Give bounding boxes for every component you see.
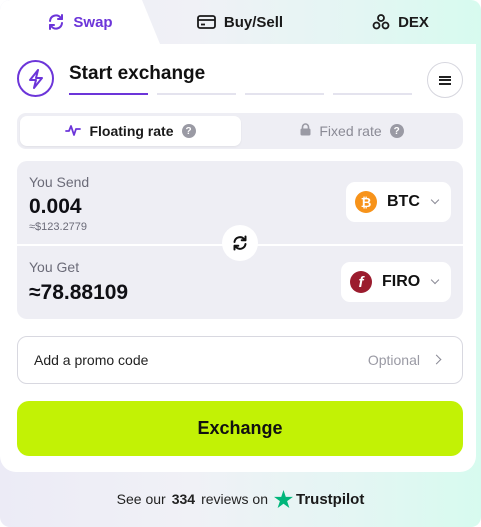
- tab-buy-sell-label: Buy/Sell: [223, 13, 284, 31]
- tab-swap-label: Swap: [73, 13, 113, 31]
- exchange-widget: Swap Buy/Sell DEX Start exchange Floatin…: [0, 0, 481, 527]
- get-amount: ≈78.88109: [29, 281, 129, 304]
- trustpilot-suffix: reviews on: [201, 491, 268, 507]
- trustpilot-banner[interactable]: See our 334 reviews on Trustpilot: [0, 488, 481, 510]
- step-indicator-3: [245, 93, 324, 95]
- menu-button[interactable]: [427, 62, 463, 98]
- firo-icon: f: [350, 271, 372, 293]
- swap-arrows-icon: [47, 13, 65, 31]
- pulse-icon: [65, 123, 82, 139]
- send-fiat-value: ≈$123.2779: [29, 221, 88, 233]
- review-count: 334: [171, 491, 196, 507]
- promo-optional-hint: Optional: [367, 352, 420, 368]
- tab-swap[interactable]: Swap: [0, 0, 160, 44]
- tab-bar: Swap Buy/Sell DEX: [0, 0, 481, 44]
- trustpilot-star-icon: [274, 490, 293, 508]
- chevron-down-icon: [430, 195, 440, 205]
- tab-buy-sell[interactable]: Buy/Sell: [160, 0, 320, 44]
- dex-nodes-icon: [372, 14, 390, 30]
- bitcoin-icon: ₿: [355, 191, 377, 213]
- promo-code-field[interactable]: Add a promo code Optional: [17, 336, 463, 384]
- get-coin-select[interactable]: f FIRO: [341, 262, 451, 302]
- hamburger-icon: [439, 74, 451, 86]
- help-icon[interactable]: ?: [389, 124, 404, 138]
- fixed-rate-label: Fixed rate: [319, 123, 382, 139]
- send-amount-input[interactable]: 0.004: [29, 195, 82, 219]
- floating-rate-label: Floating rate: [89, 123, 174, 139]
- chevron-right-icon: [431, 354, 442, 365]
- promo-code-label: Add a promo code: [34, 352, 149, 368]
- tab-dex[interactable]: DEX: [320, 0, 481, 44]
- trustpilot-prefix: See our: [116, 491, 166, 507]
- bolt-icon: [17, 60, 54, 97]
- exchange-button[interactable]: Exchange: [17, 401, 463, 456]
- get-coin-label: FIRO: [382, 273, 421, 290]
- chevron-down-icon: [430, 275, 440, 285]
- step-indicator-1: [69, 93, 148, 95]
- send-coin-select[interactable]: ₿ BTC: [346, 182, 451, 222]
- card-icon: [197, 15, 216, 29]
- step-indicator-4: [333, 93, 412, 95]
- trustpilot-brand: Trustpilot: [296, 490, 365, 508]
- send-label: You Send: [29, 174, 90, 190]
- send-coin-label: BTC: [387, 193, 420, 210]
- page-title: Start exchange: [69, 63, 206, 84]
- trustpilot-logo[interactable]: Trustpilot: [274, 490, 364, 508]
- lock-icon: [300, 123, 311, 139]
- tab-dex-label: DEX: [398, 13, 429, 31]
- step-indicator-2: [157, 93, 236, 95]
- rate-toggle: Floating rate ? Fixed rate ?: [17, 113, 463, 149]
- fixed-rate-option[interactable]: Fixed rate ?: [243, 116, 461, 146]
- swap-direction-button[interactable]: [222, 225, 258, 261]
- floating-rate-option[interactable]: Floating rate ?: [20, 116, 241, 146]
- swap-arrows-icon: [233, 235, 247, 251]
- help-icon[interactable]: ?: [181, 124, 196, 138]
- get-label: You Get: [29, 259, 80, 275]
